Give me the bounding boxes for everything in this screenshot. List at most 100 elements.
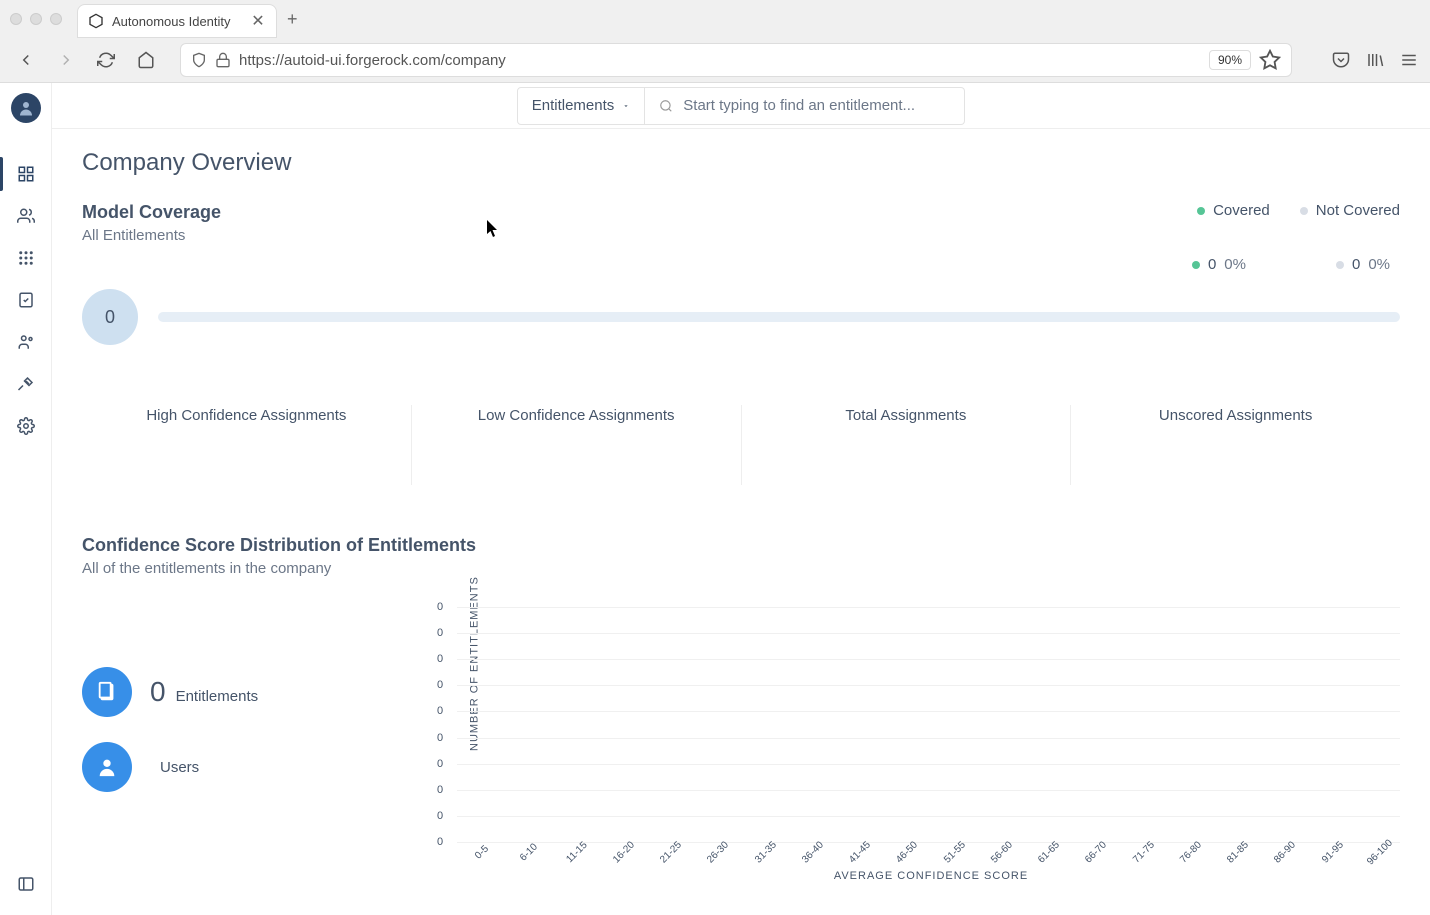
card-low-confidence: Low Confidence Assignments <box>412 405 742 485</box>
stat-covered: 0 0% <box>1192 256 1246 273</box>
url-bar[interactable]: https://autoid-ui.forgerock.com/company … <box>180 43 1292 77</box>
forward-btn[interactable] <box>52 46 80 74</box>
model-coverage-subtitle: All Entitlements <box>82 227 221 244</box>
coverage-bar <box>158 312 1400 322</box>
card-low-title: Low Confidence Assignments <box>432 405 721 426</box>
stat-notcovered-count: 0 <box>1352 256 1360 273</box>
maximize-window-btn[interactable] <box>50 13 62 25</box>
search-box[interactable] <box>645 87 965 125</box>
nav-roles[interactable] <box>0 321 52 363</box>
entitlements-label: Entitlements <box>176 688 259 705</box>
users-value-row: Users <box>150 759 199 776</box>
nav-identities[interactable] <box>0 195 52 237</box>
y-tick-label: 0 <box>437 601 443 613</box>
back-btn[interactable] <box>12 46 40 74</box>
browser-chrome: Autonomous Identity ✕ + https://autoid-u… <box>0 0 1430 83</box>
stat-covered-pct: 0% <box>1224 256 1246 273</box>
grid-line <box>457 764 1400 765</box>
legend-notcovered-label: Not Covered <box>1316 202 1400 219</box>
coverage-legend: Covered Not Covered <box>1197 202 1400 219</box>
url-text: https://autoid-ui.forgerock.com/company <box>239 52 1201 69</box>
nav-settings[interactable] <box>0 405 52 447</box>
search-input[interactable] <box>683 97 950 114</box>
nav-apps[interactable] <box>0 237 52 279</box>
card-unscored: Unscored Assignments <box>1071 405 1400 485</box>
browser-tab[interactable]: Autonomous Identity ✕ <box>77 4 277 38</box>
users-icon <box>17 207 35 225</box>
y-tick-label: 0 <box>437 705 443 717</box>
card-total: Total Assignments <box>742 405 1072 485</box>
grid-line <box>457 738 1400 739</box>
pocket-icon[interactable] <box>1332 51 1350 69</box>
tab-close-btn[interactable]: ✕ <box>250 13 266 29</box>
coverage-row: 0 <box>82 289 1400 345</box>
card-total-title: Total Assignments <box>762 405 1051 426</box>
nav-dashboard[interactable] <box>0 153 52 195</box>
notcovered-dot-icon <box>1300 207 1308 215</box>
legend-covered-label: Covered <box>1213 202 1270 219</box>
model-coverage-title: Model Coverage <box>82 202 221 223</box>
new-tab-btn[interactable]: + <box>287 9 298 30</box>
y-tick-label: 0 <box>437 758 443 770</box>
reload-btn[interactable] <box>92 46 120 74</box>
y-tick-label: 0 <box>437 653 443 665</box>
page-title: Company Overview <box>82 149 1400 177</box>
y-tick-label: 0 <box>437 810 443 822</box>
x-axis-label: AVERAGE CONFIDENCE SCORE <box>462 870 1400 882</box>
metric-entitlements: 0 Entitlements <box>82 667 392 717</box>
lock-icon <box>215 52 231 68</box>
grid-line <box>457 790 1400 791</box>
library-icon[interactable] <box>1366 51 1384 69</box>
home-btn[interactable] <box>132 46 160 74</box>
nav-entitlements[interactable] <box>0 279 52 321</box>
y-tick-label: 0 <box>437 784 443 796</box>
entity-dropdown[interactable]: Entitlements <box>517 87 646 125</box>
zoom-badge[interactable]: 90% <box>1209 50 1251 70</box>
chart-area: NUMBER OF ENTITLEMENTS 0000000000 0-56-1… <box>392 607 1400 882</box>
y-tick-label: 0 <box>437 679 443 691</box>
tab-title: Autonomous Identity <box>112 14 250 29</box>
nav-rules[interactable] <box>0 363 52 405</box>
browser-right-tools <box>1332 51 1418 69</box>
y-tick-label: 0 <box>437 836 443 848</box>
gavel-icon <box>17 375 35 393</box>
distribution-body: 0 Entitlements Users <box>82 607 1400 882</box>
gear-icon <box>17 417 35 435</box>
distribution-metrics: 0 Entitlements Users <box>82 607 392 882</box>
content-area: Company Overview Model Coverage All Enti… <box>52 129 1430 915</box>
nav-collapse[interactable] <box>0 863 52 905</box>
coverage-stats: 0 0% 0 0% <box>82 256 1400 273</box>
chevron-down-icon <box>622 102 630 110</box>
metric-users: Users <box>82 742 392 792</box>
coverage-circle: 0 <box>82 289 138 345</box>
users-label: Users <box>160 759 199 776</box>
entitlements-value: 0 <box>150 676 166 708</box>
dropdown-label: Entitlements <box>532 97 615 114</box>
bookmark-star-icon[interactable] <box>1259 49 1281 71</box>
search-group: Entitlements <box>517 87 966 125</box>
avatar[interactable] <box>11 93 41 123</box>
grid-line <box>457 711 1400 712</box>
grid-icon <box>17 249 35 267</box>
main-content: Entitlements Company Overview Model Cove… <box>52 83 1430 915</box>
stat-notcovered: 0 0% <box>1336 256 1390 273</box>
sidebar-collapse-icon <box>17 875 35 893</box>
entitlements-value-row: 0 Entitlements <box>150 676 258 708</box>
users-circle <box>82 742 132 792</box>
stat-notcovered-pct: 0% <box>1368 256 1390 273</box>
close-window-btn[interactable] <box>10 13 22 25</box>
covered-dot-icon <box>1197 207 1205 215</box>
grid-line <box>457 842 1400 843</box>
grid-line <box>457 685 1400 686</box>
menu-icon[interactable] <box>1400 51 1418 69</box>
assignment-cards: High Confidence Assignments Low Confiden… <box>82 405 1400 485</box>
shield-icon <box>191 52 207 68</box>
stat-notcovered-dot-icon <box>1336 261 1344 269</box>
minimize-window-btn[interactable] <box>30 13 42 25</box>
distribution-subtitle: All of the entitlements in the company <box>82 560 1400 577</box>
grid-line <box>457 607 1400 608</box>
user-icon <box>96 756 118 778</box>
people-icon <box>17 333 35 351</box>
entitlements-circle <box>82 667 132 717</box>
title-bar: Autonomous Identity ✕ + <box>0 0 1430 38</box>
